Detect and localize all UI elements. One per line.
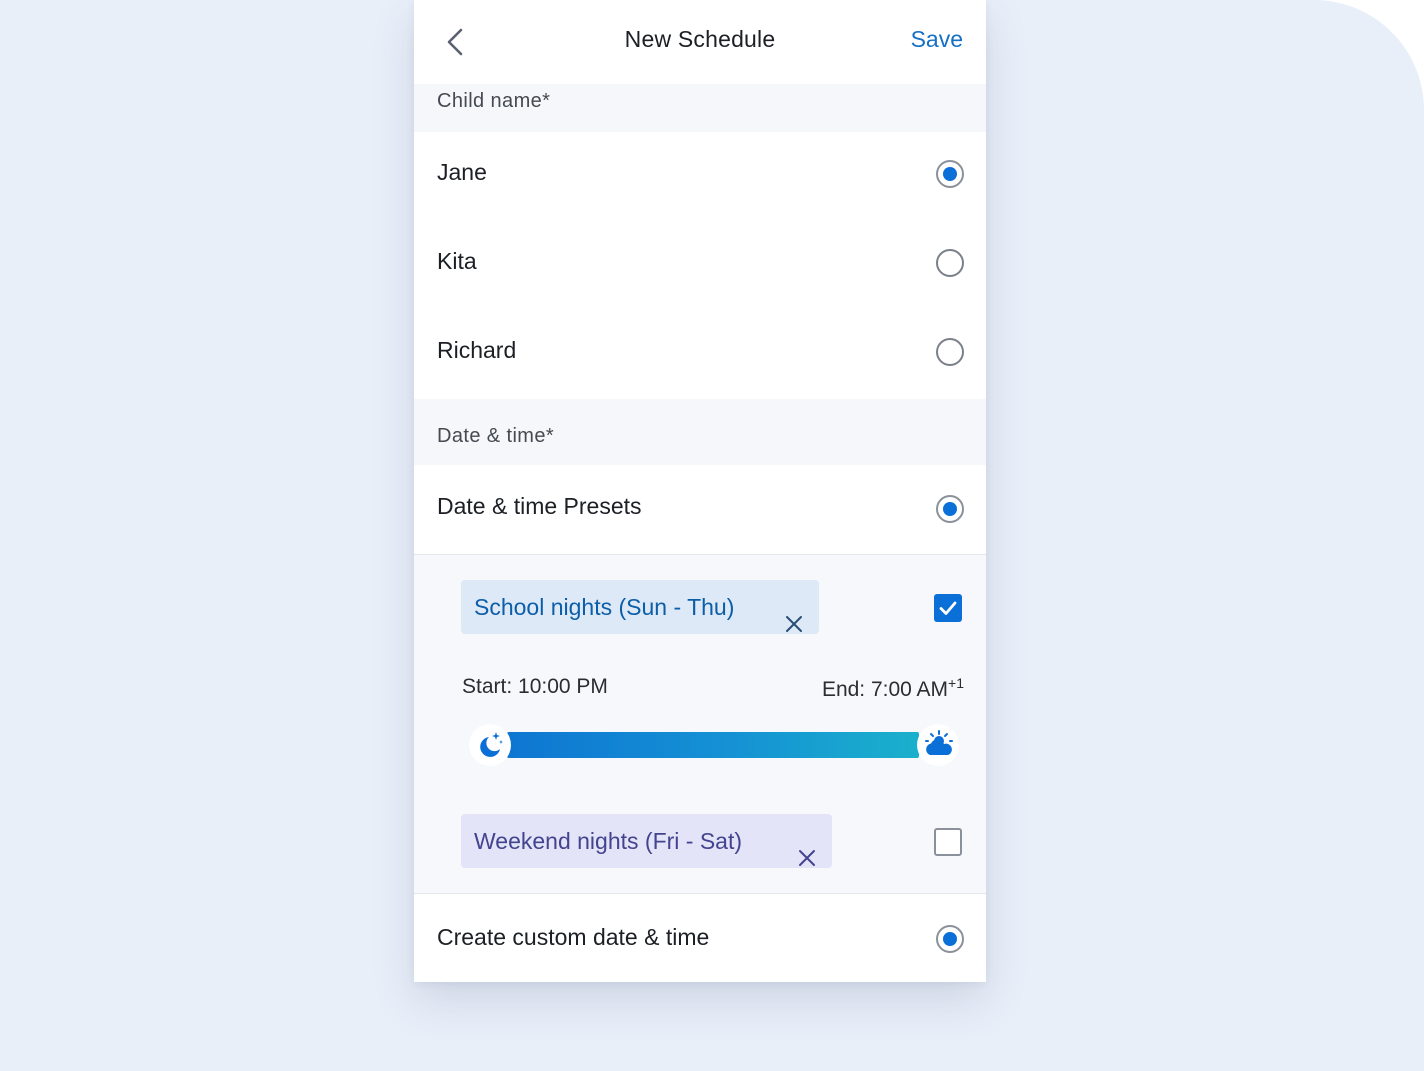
custom-date-time-option[interactable]: Create custom date & time (414, 894, 986, 982)
child-option-label: Jane (437, 159, 487, 185)
child-option-label: Kita (437, 248, 477, 274)
page-title: New Schedule (624, 26, 776, 52)
date-time-section-heading: Date & time* (414, 399, 986, 465)
child-option-label: Richard (437, 337, 517, 363)
schedule-screen: New Schedule Save Child name* Jane Kita … (414, 0, 986, 982)
child-name-section-heading: Child name* (414, 84, 986, 132)
radio-unselected[interactable] (936, 338, 964, 366)
radio-unselected[interactable] (936, 249, 964, 277)
moon-stars-icon (480, 732, 503, 757)
checkmark-icon (939, 601, 957, 615)
time-range-track (507, 732, 919, 758)
end-time-label: End: 7:00 AM+1 (822, 675, 964, 702)
preset-chip-label: School nights (Sun - Thu) (474, 594, 735, 620)
school-nights-checkbox[interactable] (934, 594, 962, 622)
save-button[interactable]: Save (911, 26, 963, 53)
close-icon[interactable] (798, 832, 816, 866)
weekend-nights-checkbox[interactable] (934, 828, 962, 856)
start-time-label: Start: 10:00 PM (462, 675, 608, 698)
next-day-suffix: +1 (948, 675, 964, 691)
presets-panel: School nights (Sun - Thu) Start: 10:00 P… (414, 554, 986, 894)
radio-selected[interactable] (936, 925, 964, 953)
preset-chip-label: Weekend nights (Fri - Sat) (474, 828, 743, 854)
radio-selected[interactable] (936, 495, 964, 523)
child-option-richard[interactable]: Richard (414, 310, 986, 399)
time-range-slider[interactable] (469, 724, 959, 766)
custom-option-label: Create custom date & time (437, 924, 710, 950)
end-time-value: End: 7:00 AM (821, 678, 949, 701)
close-icon[interactable] (785, 598, 803, 632)
child-option-kita[interactable]: Kita (414, 221, 986, 310)
presets-option-label: Date & time Presets (437, 493, 642, 519)
preset-chip-school-nights[interactable]: School nights (Sun - Thu) (461, 580, 819, 634)
header-bar: New Schedule Save (414, 0, 986, 84)
start-time-handle[interactable] (469, 724, 511, 766)
end-time-handle[interactable] (917, 724, 959, 766)
radio-selected[interactable] (936, 160, 964, 188)
preset-chip-weekend-nights[interactable]: Weekend nights (Fri - Sat) (461, 814, 832, 868)
sun-cloud-icon (925, 730, 953, 755)
child-option-jane[interactable]: Jane (414, 132, 986, 221)
presets-option[interactable]: Date & time Presets (414, 465, 986, 554)
